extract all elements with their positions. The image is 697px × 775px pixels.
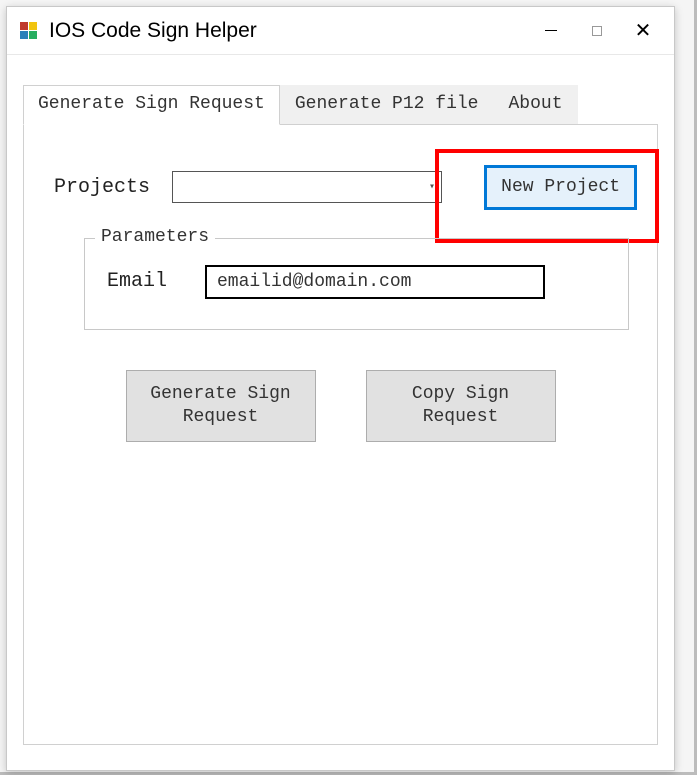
app-window: IOS Code Sign Helper ✕ Generate Sign Req… [6, 6, 675, 771]
title-bar: IOS Code Sign Helper ✕ [7, 7, 674, 55]
maximize-button[interactable] [574, 13, 620, 49]
client-area: Generate Sign Request Generate P12 file … [7, 55, 674, 761]
projects-label: Projects [54, 176, 154, 199]
action-button-row: Generate Sign Request Copy Sign Request [44, 370, 637, 442]
email-field[interactable] [205, 265, 545, 299]
copy-sign-request-button[interactable]: Copy Sign Request [366, 370, 556, 442]
tab-about[interactable]: About [493, 85, 577, 124]
minimize-button[interactable] [528, 13, 574, 49]
parameters-fieldset: Parameters Email [84, 238, 629, 330]
tab-strip: Generate Sign Request Generate P12 file … [23, 85, 658, 125]
tab-panel-generate-sign-request: Projects ▾ New Project Parameters Email … [23, 125, 658, 745]
window-controls: ✕ [528, 13, 666, 49]
chevron-down-icon: ▾ [429, 181, 435, 193]
email-label: Email [107, 270, 187, 293]
projects-dropdown[interactable]: ▾ [172, 171, 442, 203]
parameters-legend: Parameters [95, 227, 215, 247]
window-title: IOS Code Sign Helper [49, 19, 528, 43]
close-button[interactable]: ✕ [620, 13, 666, 49]
tab-generate-p12[interactable]: Generate P12 file [280, 85, 494, 124]
tab-generate-sign-request[interactable]: Generate Sign Request [23, 85, 280, 125]
app-icon [19, 21, 39, 41]
generate-sign-request-button[interactable]: Generate Sign Request [126, 370, 316, 442]
new-project-button[interactable]: New Project [484, 165, 637, 210]
